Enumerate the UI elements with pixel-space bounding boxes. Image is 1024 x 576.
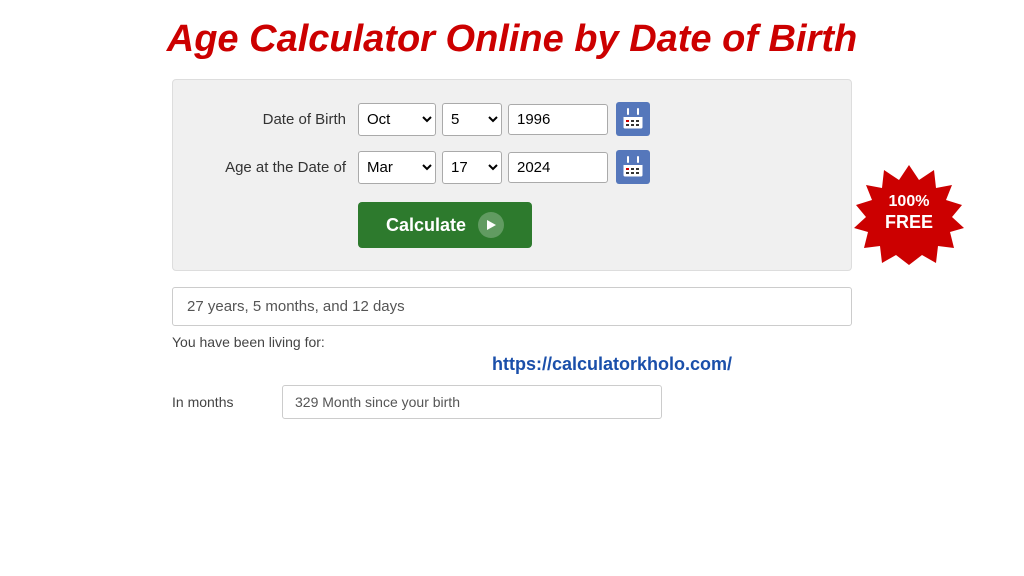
result-section: 27 years, 5 months, and 12 days You have…	[172, 287, 852, 419]
calculator-box: Date of Birth Oct JanFebMarApr MayJunJul…	[172, 79, 852, 271]
page-title: Age Calculator Online by Date of Birth	[60, 18, 964, 61]
free-badge: 100% FREE	[854, 160, 964, 270]
living-label: You have been living for:	[172, 334, 852, 350]
age-at-row: Age at the Date of Mar JanFebApr MayJunJ…	[203, 150, 821, 184]
months-label: In months	[172, 394, 282, 410]
play-icon	[478, 212, 504, 238]
months-row: In months 329 Month since your birth	[172, 385, 852, 419]
dob-year-input[interactable]: 1996	[508, 104, 608, 135]
calculate-button[interactable]: Calculate	[358, 202, 532, 248]
calculate-label: Calculate	[386, 215, 466, 236]
age-year-input[interactable]: 2024	[508, 152, 608, 183]
dob-month-select[interactable]: Oct JanFebMarApr MayJunJulAug SepNovDec	[358, 103, 436, 136]
dob-calendar-icon[interactable]	[616, 102, 650, 136]
months-result: 329 Month since your birth	[282, 385, 662, 419]
age-result: 27 years, 5 months, and 12 days	[172, 287, 852, 326]
age-calendar-icon[interactable]	[616, 150, 650, 184]
svg-text:FREE: FREE	[885, 212, 933, 232]
dob-row: Date of Birth Oct JanFebMarApr MayJunJul…	[203, 102, 821, 136]
svg-text:100%: 100%	[889, 193, 930, 210]
age-month-select[interactable]: Mar JanFebApr MayJunJulAug SepOctNovDec	[358, 151, 436, 184]
age-day-select[interactable]: 17 1234 5678910 1112131415 16181920 2122…	[442, 151, 502, 184]
dob-day-select[interactable]: 5 1234 678910 1112131415 1617181920 2122…	[442, 103, 502, 136]
dob-label: Date of Birth	[203, 111, 358, 128]
age-at-label: Age at the Date of	[203, 159, 358, 176]
website-link[interactable]: https://calculatorkholo.com/	[172, 354, 852, 375]
